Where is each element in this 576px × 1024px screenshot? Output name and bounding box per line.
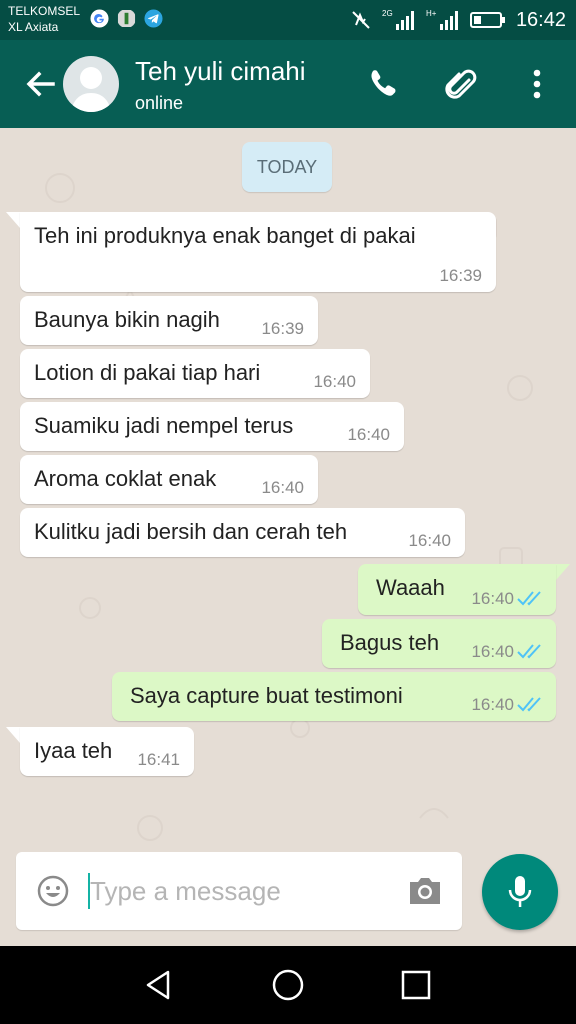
signal-2g-icon: 2G [382,9,414,30]
nav-home-icon[interactable] [271,968,305,1002]
system-icons: 2G H+ 16:42 [350,8,566,32]
date-chip: TODAY [242,142,332,192]
vibrate-off-icon [352,11,370,29]
message-time: 16:39 [439,266,482,285]
bubble-tail [6,212,20,228]
status-bar: TELKOMSEL XL Axiata 2G H+ 16:42 [0,0,576,40]
mic-icon [508,876,532,907]
carrier-info: TELKOMSEL XL Axiata [8,3,80,35]
message-text: Aroma coklat enak [34,466,217,491]
message-text: Kulitku jadi bersih dan cerah teh [34,519,348,544]
app-notification-icon [117,9,136,28]
message-incoming[interactable]: Lotion di pakai tiap hari 16:40 [20,349,370,398]
message-outgoing[interactable]: Bagus teh 16:40 [322,619,556,668]
message-time: 16:40 [408,531,451,550]
message-time: 16:39 [261,319,304,338]
message-time: 16:40 [313,372,356,391]
network-label-1: 2G [382,9,393,18]
nav-back-icon[interactable] [142,968,176,1002]
message-input[interactable] [90,870,390,912]
message-text: Baunya bikin nagih [34,307,220,332]
notification-icons [90,9,163,28]
camera-icon[interactable] [406,875,444,907]
message-incoming[interactable]: Kulitku jadi bersih dan cerah teh 16:40 [20,508,465,557]
message-time: 16:41 [137,750,180,769]
message-text: Suamiku jadi nempel terus [34,413,294,438]
nav-recents-icon[interactable] [399,968,433,1002]
mic-button[interactable] [482,854,558,930]
message-time: 16:40 [471,589,514,608]
read-ticks-icon [517,697,541,712]
message-text: Teh ini produknya enak banget di pakai [34,223,416,248]
message-composer [16,852,462,930]
chat-header: Teh yuli cimahi online [0,40,576,128]
read-ticks-icon [517,591,541,606]
message-text: Iyaa teh [34,738,113,763]
attach-icon[interactable] [440,64,480,104]
bubble-tail [6,727,20,743]
chat-area[interactable]: TODAY Teh ini produknya enak banget di p… [0,128,576,946]
message-time: 16:40 [471,642,514,661]
message-incoming[interactable]: Baunya bikin nagih 16:39 [20,296,318,345]
message-outgoing[interactable]: Saya capture buat testimoni 16:40 [112,672,556,721]
carrier-2: XL Axiata [8,20,59,34]
message-outgoing[interactable]: Waaah 16:40 [358,564,556,615]
message-time: 16:40 [471,695,514,714]
message-text: Lotion di pakai tiap hari [34,360,261,385]
message-incoming[interactable]: Teh ini produknya enak banget di pakai 1… [20,212,496,292]
message-text: Waaah [376,575,445,600]
emoji-icon[interactable] [36,874,70,908]
message-incoming[interactable]: Iyaa teh 16:41 [20,727,194,776]
google-icon [90,9,109,28]
default-avatar-icon [71,67,111,112]
system-nav-bar [0,946,576,1024]
phone-icon[interactable] [362,64,402,104]
message-time: 16:40 [347,425,390,444]
battery-icon [469,12,505,28]
carrier-1: TELKOMSEL [8,4,81,18]
message-incoming[interactable]: Suamiku jadi nempel terus 16:40 [20,402,404,451]
network-label-2: H+ [426,9,437,18]
back-arrow-icon[interactable] [22,66,58,102]
status-time: 16:42 [515,8,566,31]
telegram-icon [144,9,163,28]
message-text: Bagus teh [340,630,440,655]
contact-name[interactable]: Teh yuli cimahi [135,56,306,87]
message-time: 16:40 [261,478,304,497]
signal-hplus-icon: H+ [426,9,458,30]
read-ticks-icon [517,644,541,659]
contact-status: online [135,93,184,113]
message-incoming[interactable]: Aroma coklat enak 16:40 [20,455,318,504]
avatar[interactable] [63,56,119,112]
message-text: Saya capture buat testimoni [130,683,403,708]
more-icon[interactable] [517,64,557,104]
bubble-tail [556,564,570,580]
